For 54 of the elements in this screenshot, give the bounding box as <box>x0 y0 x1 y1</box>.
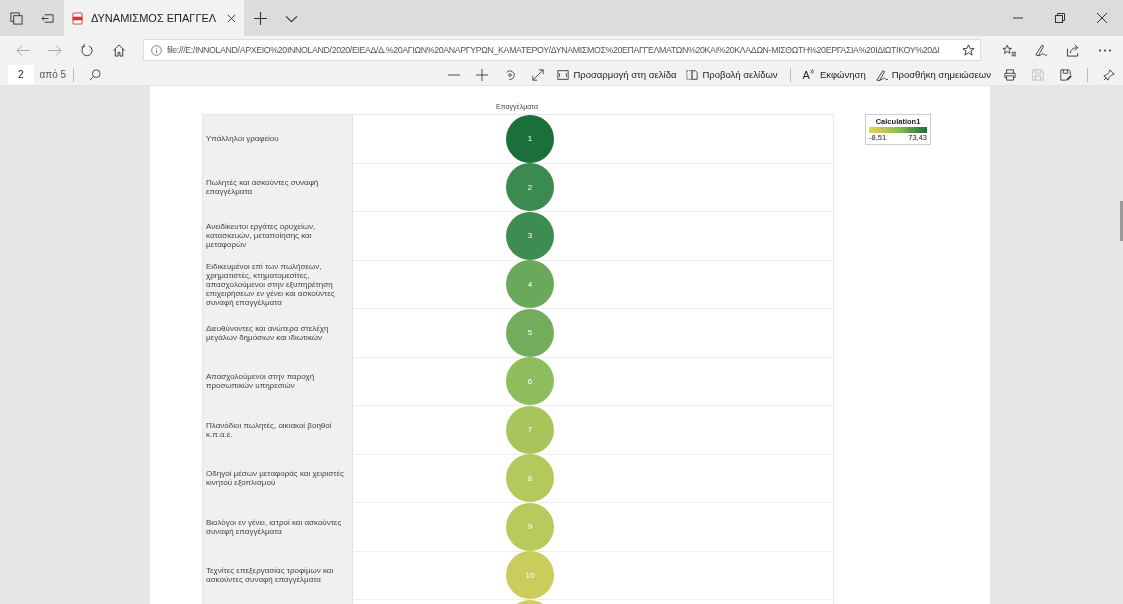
sound-waves-icon <box>809 68 816 75</box>
address-bar[interactable]: file:///E:/INNOLAND/ΑΡΧΕΙΟ%20INNOLAND/2020/ΕΙΕΑΔ/Δ.%20ΑΓΙΩΝ%20ΑΝΑΡΓΥΡΩΝ_ΚΑΜΑΤΕΡΟΥ/ΔΥΝΑΜΙΣΜΟΣ%20ΕΠΑΓΓΕΛΜΑΤΩΝ%20ΚΑΙ%20ΚΛΑΔΩΝ-ΜΙΣΘΩΤΗ%20ΕΡΓΑΣΙΑ%20ΙΔΙΩΤΙΚΟΥ%20ΔΙ <box>143 39 981 61</box>
bubble: 5 <box>506 308 554 357</box>
close-icon[interactable] <box>1097 13 1107 23</box>
close-icon[interactable] <box>227 13 236 23</box>
row-label: Βιολόγοι εν γένει, ιατροί και ασκούντες συναφή επαγγέλματα <box>203 503 353 551</box>
bubble: 9 <box>506 502 554 551</box>
tab-aside-icon[interactable] <box>41 11 54 25</box>
row-label: Πλανόδιοι πωλητές, οικιακοί βοηθοί κ.π.α.ε. <box>203 406 353 454</box>
refresh-icon[interactable] <box>80 43 94 57</box>
restore-icon[interactable] <box>1055 13 1065 23</box>
bubble: 4 <box>506 260 554 309</box>
fit-page-icon <box>557 68 570 81</box>
row-label: Πωλητές και ασκούντες συναφή επαγγέλματα <box>203 163 353 211</box>
toolbar-button[interactable]: A Εκφώνηση <box>797 68 871 81</box>
bubble: 10 <box>506 551 554 600</box>
pen-icon <box>875 68 888 81</box>
row-label: Τεχνίτες επεξεργασίας τροφίμων και ασκούντες συναφή επαγγέλματα <box>203 551 353 599</box>
favorites-icon[interactable] <box>1002 43 1016 57</box>
page-view-icon <box>686 68 699 81</box>
toolbar-button[interactable]: Προβολή σελίδων <box>681 68 783 81</box>
search-icon[interactable] <box>89 68 102 81</box>
new-tab-icon[interactable] <box>254 11 267 25</box>
bubble: 8 <box>506 454 554 503</box>
tabs-icon[interactable] <box>10 11 23 25</box>
print-icon[interactable] <box>1004 68 1016 81</box>
row-label: Απασχολούμενοι στην παροχή προσωπικών υπηρεσιών <box>203 357 353 405</box>
bubble: 3 <box>506 211 554 260</box>
zoom-in-icon[interactable] <box>476 68 489 81</box>
rotate-icon[interactable] <box>504 68 517 81</box>
home-icon[interactable] <box>112 43 126 57</box>
info-icon <box>151 44 162 56</box>
row-label: Διευθύνοντες και ανώτερα στελέχη μεγάλων δημόσιων και ιδιωτικών <box>203 309 353 357</box>
page-count: από 5 <box>39 69 67 80</box>
share-icon[interactable] <box>1066 43 1080 57</box>
row-label: Υπάλληλοι γραφείου <box>203 115 353 163</box>
toolbar-button[interactable]: Προσθήκη σημειώσεων <box>870 68 996 81</box>
toolbar-button[interactable]: Προσαρμογή στη σελίδα <box>552 68 682 81</box>
gradient-bar <box>869 127 927 133</box>
expand-icon[interactable] <box>532 68 545 81</box>
page-number-field[interactable]: 2 <box>8 65 34 84</box>
bubble: 2 <box>506 163 554 212</box>
pdf-icon <box>72 11 83 25</box>
row-label: Ανειδίκευτοι εργάτες ορυχείων, κατασκευών, μεταποίησης και μεταφορών <box>203 212 353 260</box>
pen-icon[interactable] <box>1034 43 1048 57</box>
pin-icon[interactable] <box>1103 68 1115 81</box>
row-label: Οδηγοί μέσων μεταφοράς και χειριστές κινητού εξοπλισμού <box>203 454 353 502</box>
bubble: 7 <box>506 405 554 454</box>
browser-tab[interactable]: ΔΥΝΑΜΙΣΜΟΣ ΕΠΑΓΓΕΛ <box>64 0 244 36</box>
bubble: 6 <box>506 357 554 406</box>
save-as-icon[interactable] <box>1060 68 1072 81</box>
bubble: 1 <box>506 114 554 163</box>
row-label: Ειδικευμένοι επί των πωλήσεων, χρηματιστές, κτηματομεσίτες, απασχολούμενοι στην εξυπηρέτηση επιχειρήσεων εν γένει και ασκούντες συναφή επαγγέλματα <box>203 260 353 308</box>
star-icon[interactable] <box>962 43 975 57</box>
